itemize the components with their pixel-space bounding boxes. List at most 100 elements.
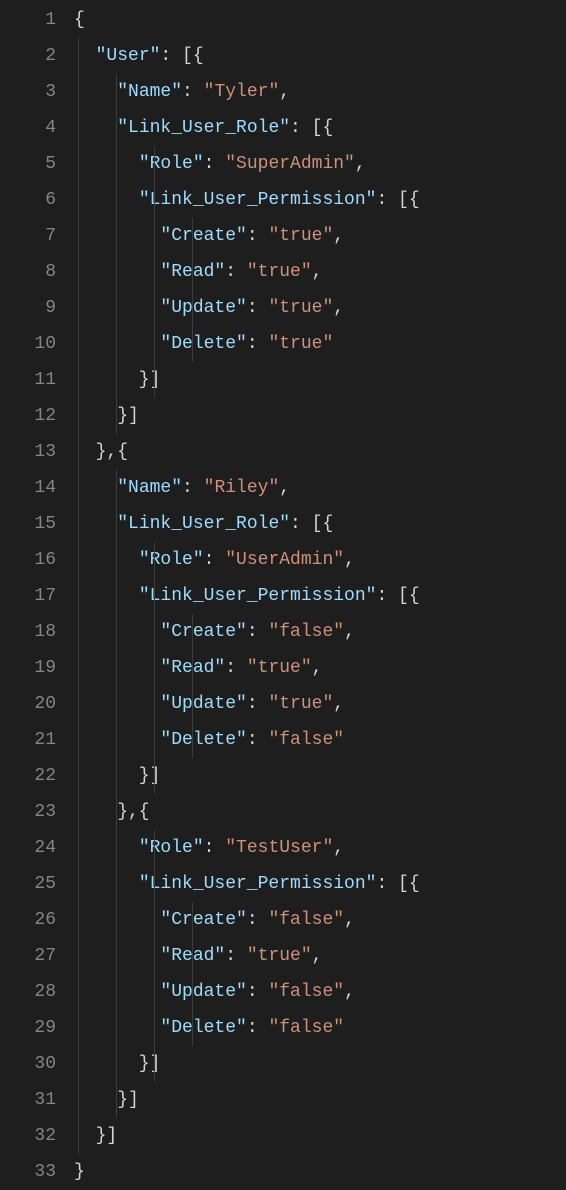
code-line[interactable]: }] (74, 758, 566, 794)
json-punct: : (247, 694, 269, 714)
code-line[interactable]: "Delete": "false" (74, 1010, 566, 1046)
line-number: 33 (0, 1154, 56, 1190)
json-punct: : (204, 154, 226, 174)
json-string: "SuperAdmin" (225, 154, 355, 174)
indent-guide (154, 938, 155, 974)
indent-guide (154, 758, 155, 794)
line-number: 1 (0, 2, 56, 38)
indent-guide (154, 146, 155, 182)
code-line[interactable]: "User": [{ (74, 38, 566, 74)
code-line[interactable]: "Update": "false", (74, 974, 566, 1010)
json-punct (74, 982, 160, 1002)
line-number: 28 (0, 974, 56, 1010)
code-line[interactable]: "Update": "true", (74, 686, 566, 722)
code-line[interactable]: "Role": "UserAdmin", (74, 542, 566, 578)
code-line[interactable]: "Link_User_Permission": [{ (74, 182, 566, 218)
code-line[interactable]: }] (74, 1082, 566, 1118)
code-line[interactable]: }] (74, 398, 566, 434)
json-punct (74, 838, 139, 858)
code-line[interactable]: "Role": "SuperAdmin", (74, 146, 566, 182)
json-punct (74, 334, 160, 354)
code-line[interactable]: "Delete": "false" (74, 722, 566, 758)
indent-guide (78, 686, 79, 722)
indent-guide (78, 110, 79, 146)
code-line[interactable]: "Delete": "true" (74, 326, 566, 362)
indent-guide (154, 866, 155, 902)
code-line[interactable]: "Read": "true", (74, 650, 566, 686)
indent-guide (78, 866, 79, 902)
line-number: 29 (0, 1010, 56, 1046)
code-line[interactable]: { (74, 2, 566, 38)
code-line[interactable]: "Create": "false", (74, 902, 566, 938)
indent-guide (192, 614, 193, 650)
code-line[interactable]: "Create": "true", (74, 218, 566, 254)
indent-guide (78, 434, 79, 470)
json-punct (74, 874, 139, 894)
indent-guide (116, 218, 117, 254)
indent-guide (116, 254, 117, 290)
indent-guide (154, 1046, 155, 1082)
json-punct (74, 118, 117, 138)
json-punct (74, 694, 160, 714)
json-punct: , (333, 694, 344, 714)
code-line[interactable]: "Link_User_Permission": [{ (74, 578, 566, 614)
line-number: 32 (0, 1118, 56, 1154)
json-punct (74, 82, 117, 102)
line-number: 2 (0, 38, 56, 74)
json-punct: : [{ (290, 514, 333, 534)
code-line[interactable]: "Read": "true", (74, 938, 566, 974)
code-line[interactable]: },{ (74, 794, 566, 830)
indent-guide (192, 326, 193, 362)
code-line[interactable]: "Link_User_Permission": [{ (74, 866, 566, 902)
code-line[interactable]: "Read": "true", (74, 254, 566, 290)
json-key: "Link_User_Role" (117, 514, 290, 534)
code-line[interactable]: }] (74, 362, 566, 398)
json-punct: : (247, 622, 269, 642)
code-line[interactable]: }] (74, 1046, 566, 1082)
code-line[interactable]: "Create": "false", (74, 614, 566, 650)
json-punct: : (247, 298, 269, 318)
json-punct (74, 550, 139, 570)
indent-guide (116, 398, 117, 434)
code-editor[interactable]: 1234567891011121314151617181920212223242… (0, 0, 566, 1190)
json-punct: },{ (74, 802, 150, 822)
json-string: "true" (268, 694, 333, 714)
json-string: "UserAdmin" (225, 550, 344, 570)
json-punct: : (204, 838, 226, 858)
indent-guide (116, 1082, 117, 1118)
indent-guide (78, 470, 79, 506)
json-key: "Role" (139, 154, 204, 174)
json-key: "Delete" (160, 1018, 246, 1038)
code-line[interactable]: "Role": "TestUser", (74, 830, 566, 866)
indent-guide (192, 902, 193, 938)
line-number: 3 (0, 74, 56, 110)
code-line[interactable]: "Name": "Riley", (74, 470, 566, 506)
json-punct (74, 658, 160, 678)
code-line[interactable]: "Update": "true", (74, 290, 566, 326)
json-key: "Link_User_Permission" (139, 874, 377, 894)
json-punct: { (74, 10, 85, 30)
json-punct: : [{ (290, 118, 333, 138)
code-line[interactable]: }] (74, 1118, 566, 1154)
line-number: 30 (0, 1046, 56, 1082)
code-line[interactable]: },{ (74, 434, 566, 470)
json-key: "Delete" (160, 334, 246, 354)
code-line[interactable]: } (74, 1154, 566, 1190)
indent-guide (154, 974, 155, 1010)
indent-guide (78, 758, 79, 794)
line-number: 25 (0, 866, 56, 902)
code-line[interactable]: "Name": "Tyler", (74, 74, 566, 110)
json-punct: }] (74, 766, 160, 786)
code-line[interactable]: "Link_User_Role": [{ (74, 506, 566, 542)
json-punct (74, 226, 160, 246)
line-number: 24 (0, 830, 56, 866)
line-number: 8 (0, 254, 56, 290)
code-line[interactable]: "Link_User_Role": [{ (74, 110, 566, 146)
json-punct: : (247, 1018, 269, 1038)
indent-guide (78, 722, 79, 758)
indent-guide (116, 866, 117, 902)
indent-guide (78, 1118, 79, 1154)
json-punct: , (344, 550, 355, 570)
indent-guide (154, 902, 155, 938)
code-area[interactable]: { "User": [{ "Name": "Tyler", "Link_User… (74, 2, 566, 1190)
